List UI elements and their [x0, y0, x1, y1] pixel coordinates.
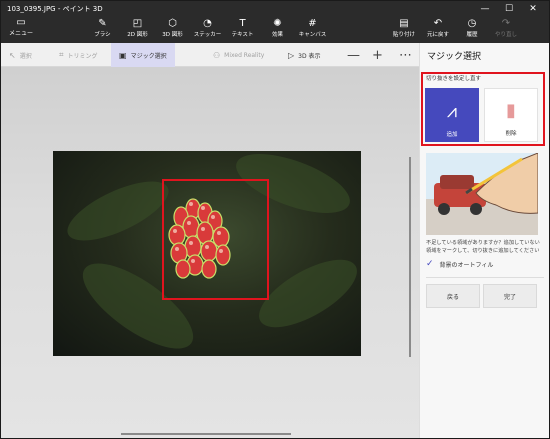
cursor-icon: ↖	[9, 50, 16, 60]
effects-icon: ✺	[273, 18, 282, 29]
tool-paste[interactable]: ▤ 貼り付け	[387, 18, 421, 38]
tool-label: キャンバス	[298, 32, 327, 38]
text-icon: T	[239, 18, 246, 29]
divider	[426, 277, 544, 278]
menu-label: メニュー	[8, 30, 33, 37]
vertical-scrollbar[interactable]	[409, 157, 411, 357]
tool-brushes[interactable]: ✎ ブラシ	[85, 18, 120, 38]
ribbon: 103_0395.JPG - ペイント 3D — ☐ ✕ ▭ メニュー ✎ ブラシ…	[1, 1, 549, 43]
paint3d-window: 103_0395.JPG - ペイント 3D — ☐ ✕ ▭ メニュー ✎ ブラシ…	[0, 0, 550, 439]
tool-text[interactable]: T テキスト	[225, 18, 260, 38]
mixed-reality-button[interactable]: ⚇ Mixed Reality	[213, 43, 264, 67]
done-button[interactable]: 完了	[483, 284, 537, 308]
tool-3d-shapes[interactable]: ⬡ 3D 図形	[155, 18, 190, 38]
view-3d-label: 3D 表示	[298, 52, 321, 60]
tool-label: ブラシ	[94, 32, 111, 38]
horizontal-scrollbar[interactable]	[121, 433, 291, 435]
crop-label: トリミング	[67, 52, 98, 60]
hand-drawing-illustration	[426, 153, 538, 235]
panel-title: マジック選択	[427, 52, 482, 62]
crop-icon: ⌗	[59, 50, 64, 59]
hint-illustration	[426, 153, 538, 235]
hint-text: 不足している領域がありますか？追加していない領域をマークして、切り抜きに追加して…	[426, 240, 540, 254]
autofill-label: 背景のオートフィル	[439, 261, 494, 269]
tool-label: 履歴	[466, 32, 478, 38]
window-title: 103_0395.JPG - ペイント 3D	[7, 5, 103, 13]
menu-button[interactable]: ▭ メニュー	[5, 17, 37, 38]
magic-select-panel: マジック選択 切り抜きを設定し直す ⩘ 追加 ▮ 削除 不足している領域がありま…	[419, 43, 549, 438]
select-button[interactable]: ↖ 選択	[9, 43, 32, 67]
close-button[interactable]: ✕	[521, 2, 545, 16]
selection-highlight-box	[162, 179, 269, 300]
tool-label: ステッカー	[193, 32, 222, 38]
magic-select-icon: ▣	[119, 50, 127, 60]
sticker-icon: ◔	[203, 18, 212, 29]
cube-icon: ⬡	[168, 18, 177, 29]
tool-undo[interactable]: ↶ 元に戻す	[421, 18, 455, 38]
tool-label: 元に戻す	[426, 32, 449, 38]
checkmark-icon: ✓	[426, 259, 434, 269]
autofill-option[interactable]: ✓ 背景のオートフィル	[426, 259, 493, 269]
window-controls: — ☐ ✕	[473, 2, 545, 16]
ribbon-tools: ✎ ブラシ ◰ 2D 図形 ⬡ 3D 図形 ◔ ステッカー T テキスト ✺ 効果 # キャン…	[85, 18, 330, 38]
tool-label: 貼り付け	[392, 32, 415, 38]
select-label: 選択	[19, 52, 32, 60]
history-icon: ◷	[467, 18, 477, 29]
undo-icon: ↶	[433, 18, 443, 29]
tool-label: やり直し	[494, 32, 517, 38]
mixed-reality-icon: ⚇	[213, 50, 221, 60]
tool-history[interactable]: ◷ 履歴	[455, 18, 489, 38]
maximize-button[interactable]: ☐	[497, 2, 521, 16]
tool-label: 効果	[271, 32, 283, 38]
zoom-out-button[interactable]: —	[347, 43, 360, 67]
tool-canvas[interactable]: # キャンバス	[295, 18, 330, 38]
refine-highlight-box	[421, 72, 545, 146]
shapes-2d-icon: ◰	[132, 18, 143, 29]
tool-redo[interactable]: ↷ やり直し	[489, 18, 523, 38]
back-button[interactable]: 戻る	[426, 284, 480, 308]
tool-label: 3D 図形	[162, 32, 183, 38]
folder-icon: ▭	[16, 17, 26, 28]
redo-icon: ↷	[501, 18, 511, 29]
canvas-icon: #	[308, 18, 317, 29]
view-3d-button[interactable]: ▷ 3D 表示	[288, 43, 321, 67]
mixed-reality-label: Mixed Reality	[224, 51, 265, 59]
magic-select-label: マジック選択	[130, 52, 167, 60]
tool-label: テキスト	[231, 32, 254, 38]
more-button[interactable]: ⋯	[399, 43, 412, 67]
tool-2d-shapes[interactable]: ◰ 2D 図形	[120, 18, 155, 38]
tool-effects[interactable]: ✺ 効果	[260, 18, 295, 38]
crop-button[interactable]: ⌗ トリミング	[59, 43, 98, 67]
tool-label: 2D 図形	[127, 32, 148, 38]
brush-icon: ✎	[98, 18, 107, 29]
selection-toolbar: ↖ 選択 ⌗ トリミング ▣ マジック選択 ⚇ Mixed Reality ▷ 3D 表示…	[1, 43, 419, 67]
paste-icon: ▤	[399, 18, 409, 29]
tool-stickers[interactable]: ◔ ステッカー	[190, 18, 225, 38]
minimize-button[interactable]: —	[473, 2, 497, 16]
ribbon-right-tools: ▤ 貼り付け ↶ 元に戻す ◷ 履歴 ↷ やり直し	[387, 18, 523, 38]
zoom-in-button[interactable]: +	[372, 43, 383, 67]
magic-select-button[interactable]: ▣ マジック選択	[111, 43, 175, 67]
view-3d-icon: ▷	[288, 50, 295, 60]
